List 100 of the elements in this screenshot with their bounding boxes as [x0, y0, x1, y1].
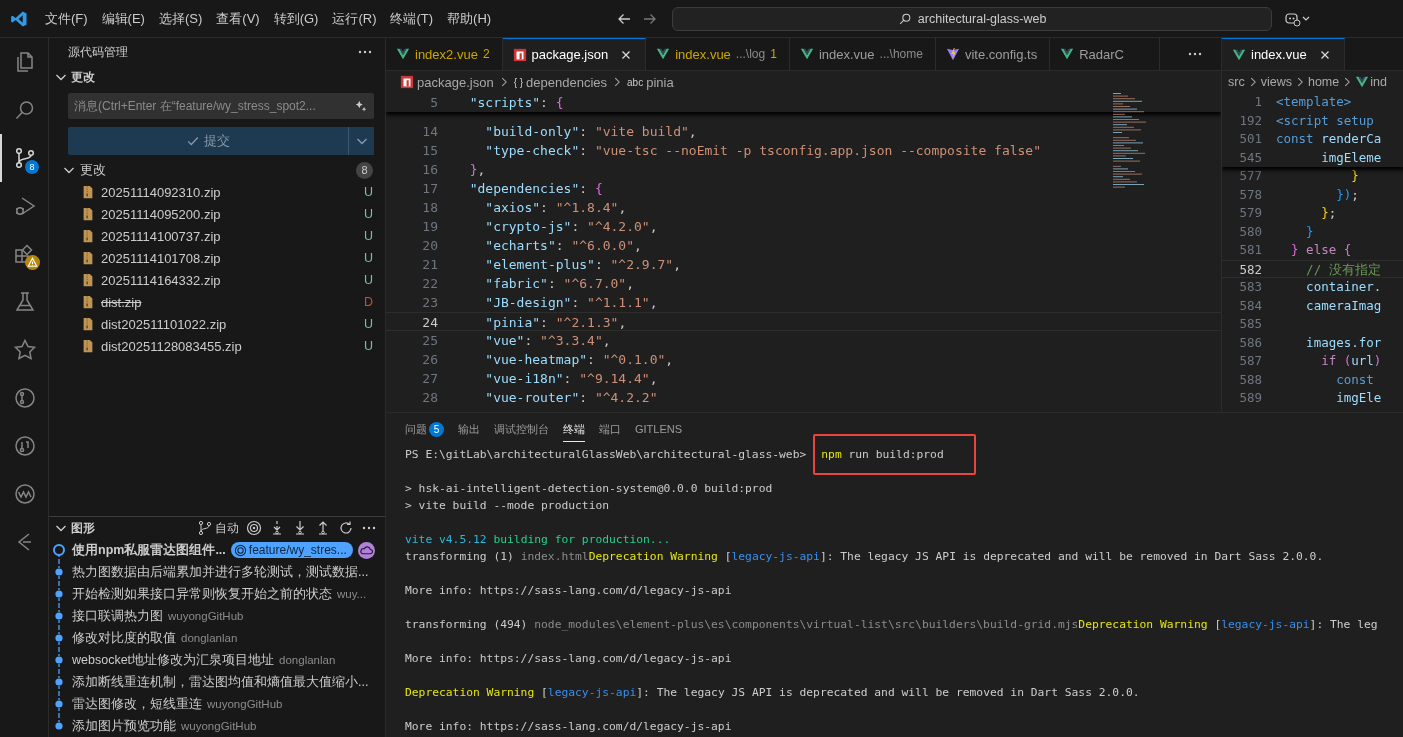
refresh-icon[interactable] — [338, 520, 354, 536]
flask-icon[interactable] — [13, 290, 37, 314]
line-number: 27 — [421, 370, 438, 388]
commit-row[interactable]: 使用npm私服雷达图组件... feature/wy_stres... — [49, 539, 385, 561]
breadcrumb-item[interactable]: package.json — [417, 74, 494, 90]
menu-item[interactable]: 文件(F) — [38, 6, 95, 31]
commit-message: 接口联调热力图 — [72, 607, 163, 625]
changed-file-row[interactable]: 20251114100737.zip U — [49, 225, 385, 247]
debug-icon[interactable] — [13, 194, 37, 218]
code-line: "type-check": "vue-tsc --noEmit -p tsconfig.app.json --composite false" — [484, 142, 1041, 160]
commit-row[interactable]: websocket地址修改为汇泉项目地址 donglanlan — [49, 649, 385, 671]
line-number: 581 — [1238, 241, 1262, 259]
panel-tab[interactable]: 终端 — [563, 417, 585, 442]
line-number: 584 — [1238, 296, 1262, 315]
menu-item[interactable]: 帮助(H) — [440, 6, 499, 31]
commit-row[interactable]: 热力图数据由后端累加并进行多轮测试，测试数据... — [49, 561, 385, 583]
menu-item[interactable]: 运行(R) — [325, 6, 384, 31]
code-line: <script setup — [1276, 111, 1374, 130]
line-number: 589 — [1238, 389, 1262, 407]
changed-file-row[interactable]: 20251114095200.zip U — [49, 203, 385, 225]
menu-item[interactable]: 查看(V) — [209, 6, 267, 31]
commit-row[interactable]: 雷达图修改，短线重连 wuyongGitHub — [49, 693, 385, 715]
code-line: "element-plus": "^2.9.7", — [484, 256, 681, 274]
npm-file-icon — [400, 75, 414, 89]
file-status: U — [363, 229, 373, 243]
line-number: 14 — [421, 123, 438, 141]
panel-tab[interactable]: 问题 — [405, 417, 427, 442]
file-name: 20251114092310.zip — [101, 184, 222, 200]
panel-tab[interactable]: 输出 — [458, 417, 480, 442]
line-number: 5 — [429, 94, 438, 112]
commit-message: websocket地址修改为汇泉项目地址 — [72, 651, 275, 669]
commit-row[interactable]: 开始检测如果接口异常则恢复开始之前的状态 wuy... — [49, 583, 385, 605]
file-status: U — [363, 251, 373, 265]
menu-item[interactable]: 编辑(E) — [94, 6, 152, 31]
line-number: 22 — [421, 275, 438, 293]
breadcrumb-item[interactable]: dependencies — [526, 74, 608, 90]
file-status: U — [363, 317, 373, 331]
star-icon[interactable] — [13, 338, 37, 362]
editor-tab[interactable]: index.vue ...\log 1 — [646, 38, 790, 70]
line-number: 545 — [1238, 148, 1262, 167]
breadcrumb-item[interactable]: ind — [1370, 75, 1387, 89]
branch-icon[interactable] — [13, 386, 37, 410]
commit-row[interactable]: 添加断线重连机制，雷达图均值和熵值最大值缩小... — [49, 671, 385, 693]
file-status: U — [363, 207, 373, 221]
file-name: 20251114095200.zip — [101, 206, 222, 222]
breadcrumb-item[interactable]: home — [1307, 75, 1340, 89]
breadcrumb-item[interactable]: pinia — [646, 74, 674, 90]
editor-tab[interactable]: index.vue — [1222, 38, 1345, 70]
changed-file-row[interactable]: dist202511101022.zip U — [49, 313, 385, 335]
commit-button[interactable]: 提交 — [68, 127, 348, 155]
code-line: "vue-i18n": "^9.14.4", — [484, 370, 658, 388]
auto-button[interactable]: 自动 — [197, 519, 239, 537]
menu-item[interactable]: 转到(G) — [266, 6, 326, 31]
line-number: 15 — [421, 142, 438, 160]
line-number: 28 — [421, 389, 438, 407]
target-icon[interactable] — [246, 520, 262, 536]
check-icon — [186, 134, 200, 148]
count-badge: 8 — [356, 161, 373, 179]
pull-request-icon[interactable] — [13, 434, 37, 458]
command-center-search[interactable]: architectural-glass-web — [672, 6, 1273, 31]
breadcrumb-item[interactable]: src — [1228, 75, 1245, 89]
commit-row[interactable]: 添加图片预览功能 wuyongGitHub — [49, 715, 385, 737]
sparkle-icon[interactable] — [354, 99, 368, 113]
code-line: "JB-design": "^1.1.1", — [484, 294, 658, 312]
group-title[interactable]: 更改 — [80, 161, 353, 179]
panel-tab[interactable]: 端口 — [599, 417, 621, 442]
line-number: 579 — [1238, 204, 1262, 222]
menu-item[interactable]: 终端(T) — [383, 6, 441, 31]
changed-file-row[interactable]: dist.zip D — [49, 291, 385, 313]
vue-file-icon — [1232, 47, 1246, 62]
terminal-output-line: transforming (494) node_modules\element-plus\es\components\virtual-list\src\builders\build-grid.mjsDeprecation Warning [legacy-js-api]: The leg — [405, 617, 1378, 633]
section-title[interactable]: 图形 — [71, 520, 95, 536]
code-line: } — [1350, 167, 1359, 185]
changed-file-row[interactable]: 20251114092310.zip U — [49, 181, 385, 203]
line-number: 16 — [421, 161, 438, 179]
editor-tab[interactable]: vite.config.ts — [935, 38, 1051, 70]
file-status: U — [363, 185, 373, 199]
code-line: cameraImag — [1305, 296, 1382, 315]
section-title[interactable]: 更改 — [71, 69, 95, 85]
wave-icon[interactable] — [13, 482, 37, 506]
branch-name: feature/wy_stres... — [248, 543, 347, 557]
changed-file-row[interactable]: 20251114164332.zip U — [49, 269, 385, 291]
panel-title: 源代码管理 — [68, 44, 128, 60]
commit-dropdown-button[interactable] — [348, 127, 374, 155]
editor-tab[interactable]: index2.vue 2 — [386, 38, 503, 70]
commit-row[interactable]: 接口联调热力图 wuyongGitHub — [49, 605, 385, 627]
panel-tab[interactable]: 调试控制台 — [494, 417, 549, 442]
panel-tab[interactable]: GITLENS — [635, 419, 683, 440]
source-control-icon[interactable] — [13, 146, 37, 170]
commit-message-field[interactable]: 消息(Ctrl+Enter 在“feature/wy_stress_spot2... — [68, 93, 374, 119]
changed-file-row[interactable]: dist20251128083455.zip U — [49, 335, 385, 357]
file-status: D — [363, 295, 373, 309]
changed-file-row[interactable]: 20251114101708.zip U — [49, 247, 385, 269]
editor-tab[interactable]: index.vue ...\home — [789, 38, 936, 70]
editor-tab[interactable]: RadarC — [1050, 38, 1161, 70]
commit-row[interactable]: 修改对比度的取值 donglanlan — [49, 627, 385, 649]
menu-item[interactable]: 选择(S) — [151, 6, 210, 31]
breadcrumb-item[interactable]: views — [1260, 75, 1292, 89]
terminal-output-line: > vite build --mode production — [405, 498, 610, 514]
editor-tab[interactable]: package.json — [502, 38, 647, 70]
